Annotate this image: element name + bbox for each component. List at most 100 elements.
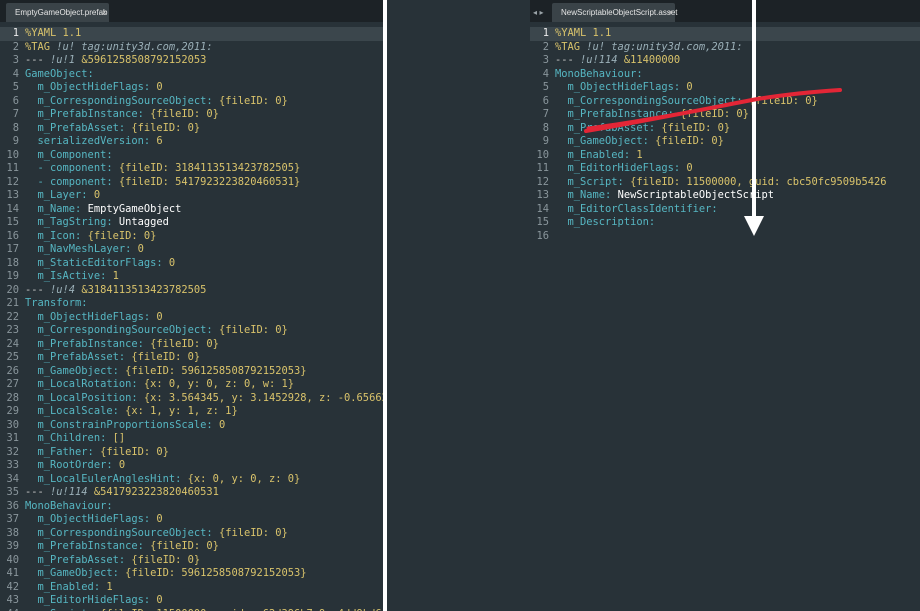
line-text: m_Description:: [555, 216, 661, 230]
code-line[interactable]: 6 m_CorrespondingSourceObject: {fileID: …: [0, 95, 386, 109]
code-line[interactable]: 22 m_ObjectHideFlags: 0: [0, 311, 386, 325]
code-line[interactable]: 25 m_PrefabAsset: {fileID: 0}: [0, 351, 386, 365]
code-line[interactable]: 7 m_PrefabInstance: {fileID: 0}: [530, 108, 920, 122]
code-token: m_Component:: [25, 148, 113, 161]
code-line[interactable]: 26 m_GameObject: {fileID: 59612585087921…: [0, 365, 386, 379]
code-line[interactable]: 12 - component: {fileID: 541792322382046…: [0, 176, 386, 190]
code-line[interactable]: 18 m_StaticEditorFlags: 0: [0, 257, 386, 271]
line-text: m_CorrespondingSourceObject: {fileID: 0}: [25, 95, 288, 109]
code-token: {x: 0, y: 0, z: 0}: [187, 472, 301, 485]
code-line[interactable]: 6 m_CorrespondingSourceObject: {fileID: …: [530, 95, 920, 109]
right-code-editor[interactable]: 1 %YAML 1.1 2 %TAG !u! tag:unity3d.com,2011…: [530, 27, 920, 243]
code-line[interactable]: 32 m_Father: {fileID: 0}: [0, 446, 386, 460]
code-line[interactable]: 15 m_TagString: Untagged: [0, 216, 386, 230]
code-line[interactable]: 35 --- !u!114 &5417923223820460531: [0, 486, 386, 500]
code-token: {fileID: 0}: [218, 324, 288, 336]
line-number: 25: [6, 351, 19, 363]
line-number: 1: [542, 27, 549, 39]
tab-empty-game-object-prefab[interactable]: EmptyGameObject.prefab ×: [6, 3, 109, 22]
code-line[interactable]: 21 Transform:: [0, 297, 386, 311]
code-line[interactable]: 33 m_RootOrder: 0: [0, 459, 386, 473]
code-line[interactable]: 1 %YAML 1.1: [530, 27, 920, 41]
code-line[interactable]: 44 m_Script: {fileID: 11500000, guid: a6…: [0, 608, 386, 611]
code-line[interactable]: 16 m_Icon: {fileID: 0}: [0, 230, 386, 244]
code-token: 1: [112, 270, 119, 282]
code-line[interactable]: 24 m_PrefabInstance: {fileID: 0}: [0, 338, 386, 352]
line-number: 3: [12, 54, 19, 66]
code-line[interactable]: 2 %TAG !u! tag:unity3d.com,2011:: [530, 41, 920, 55]
code-line[interactable]: 13 m_Layer: 0: [0, 189, 386, 203]
line-text: - component: {fileID: 318411351342378250…: [25, 162, 301, 176]
line-number: 8: [542, 121, 549, 134]
code-line[interactable]: 29 m_LocalScale: {x: 1, y: 1, z: 1}: [0, 405, 386, 419]
code-line[interactable]: 2 %TAG !u! tag:unity3d.com,2011:: [0, 41, 386, 55]
code-line[interactable]: 15 m_Description:: [530, 216, 920, 230]
code-line[interactable]: 3 --- !u!1 &5961258508792152053: [0, 54, 386, 68]
code-line[interactable]: 37 m_ObjectHideFlags: 0: [0, 513, 386, 527]
code-line[interactable]: 28 m_LocalPosition: {x: 3.564345, y: 3.1…: [0, 392, 386, 406]
code-line[interactable]: 42 m_Enabled: 1: [0, 581, 386, 595]
code-line[interactable]: 8 m_PrefabAsset: {fileID: 0}: [0, 122, 386, 136]
code-line[interactable]: 11 m_EditorHideFlags: 0: [530, 162, 920, 176]
code-line[interactable]: 5 m_ObjectHideFlags: 0: [0, 81, 386, 95]
code-token: m_EditorClassIdentifier:: [555, 202, 724, 215]
left-code-editor[interactable]: 1 %YAML 1.1 2 %TAG !u! tag:unity3d.com,2011…: [0, 27, 386, 611]
close-icon[interactable]: ×: [102, 3, 107, 22]
code-line[interactable]: 20 --- !u!4 &3184113513423782505: [0, 284, 386, 298]
tab-new-scriptable-object-script-asset[interactable]: NewScriptableObjectScript.asset ×: [552, 3, 678, 22]
code-token: 0: [686, 162, 693, 174]
code-token: m_LocalScale:: [25, 405, 126, 417]
code-line[interactable]: 30 m_ConstrainProportionsScale: 0: [0, 419, 386, 433]
code-token: !u!4: [50, 283, 82, 296]
code-line[interactable]: 17 m_NavMeshLayer: 0: [0, 243, 386, 257]
code-token: m_CorrespondingSourceObject:: [25, 94, 219, 107]
code-line[interactable]: 10 m_Component:: [0, 149, 386, 163]
code-token: ---: [25, 54, 51, 66]
line-number: 11: [6, 162, 19, 174]
line-text: --- !u!1 &5961258508792152053: [25, 54, 206, 68]
code-line[interactable]: 8 m_PrefabAsset: {fileID: 0}: [530, 122, 920, 136]
code-line[interactable]: 36 MonoBehaviour:: [0, 500, 386, 514]
code-line[interactable]: 23 m_CorrespondingSourceObject: {fileID:…: [0, 324, 386, 338]
code-line[interactable]: 7 m_PrefabInstance: {fileID: 0}: [0, 108, 386, 122]
code-line[interactable]: 13 m_Name: NewScriptableObjectScript: [530, 189, 920, 203]
code-line[interactable]: 43 m_EditorHideFlags: 0: [0, 594, 386, 608]
code-line[interactable]: 3 --- !u!114 &11400000: [530, 54, 920, 68]
code-line[interactable]: 4 MonoBehaviour:: [530, 68, 920, 82]
code-line[interactable]: 11 - component: {fileID: 318411351342378…: [0, 162, 386, 176]
code-token: m_PrefabAsset:: [25, 121, 132, 134]
code-token: MonoBehaviour:: [555, 67, 643, 80]
line-number: 36: [6, 499, 19, 512]
code-line[interactable]: 27 m_LocalRotation: {x: 0, y: 0, z: 0, w…: [0, 378, 386, 392]
line-text: m_Name: EmptyGameObject: [25, 203, 182, 217]
line-number: 9: [542, 135, 549, 147]
code-line[interactable]: 10 m_Enabled: 1: [530, 149, 920, 163]
line-number: 35: [6, 486, 19, 498]
code-line[interactable]: 5 m_ObjectHideFlags: 0: [530, 81, 920, 95]
code-token: {fileID: 11500000, guid: a62d396b7e9ca4d…: [100, 608, 386, 611]
code-line[interactable]: 41 m_GameObject: {fileID: 59612585087921…: [0, 567, 386, 581]
code-token: {fileID: 0}: [680, 108, 749, 120]
line-number: 39: [6, 540, 19, 552]
code-line[interactable]: 34 m_LocalEulerAnglesHint: {x: 0, y: 0, …: [0, 473, 386, 487]
code-line[interactable]: 4 GameObject:: [0, 68, 386, 82]
code-token: m_LocalEulerAnglesHint:: [25, 472, 188, 485]
code-line[interactable]: 14 m_Name: EmptyGameObject: [0, 203, 386, 217]
code-line[interactable]: 14 m_EditorClassIdentifier:: [530, 203, 920, 217]
code-line[interactable]: 39 m_PrefabInstance: {fileID: 0}: [0, 540, 386, 554]
code-line[interactable]: 31 m_Children: []: [0, 432, 386, 446]
code-line[interactable]: 16: [530, 230, 920, 244]
line-number: 11: [536, 162, 549, 174]
code-line[interactable]: 40 m_PrefabAsset: {fileID: 0}: [0, 554, 386, 568]
line-number: 3: [542, 54, 549, 66]
code-line[interactable]: 9 m_GameObject: {fileID: 0}: [530, 135, 920, 149]
code-token: 0: [156, 594, 163, 606]
close-icon[interactable]: ×: [668, 3, 673, 22]
code-line[interactable]: 12 m_Script: {fileID: 11500000, guid: cb…: [530, 176, 920, 190]
code-line[interactable]: 9 serializedVersion: 6: [0, 135, 386, 149]
code-line[interactable]: 38 m_CorrespondingSourceObject: {fileID:…: [0, 527, 386, 541]
nav-arrows-icon[interactable]: ◂ ▸: [533, 4, 544, 21]
code-line[interactable]: 19 m_IsActive: 1: [0, 270, 386, 284]
code-line[interactable]: 1 %YAML 1.1: [0, 27, 386, 41]
code-token: %YAML 1.1: [555, 27, 612, 39]
